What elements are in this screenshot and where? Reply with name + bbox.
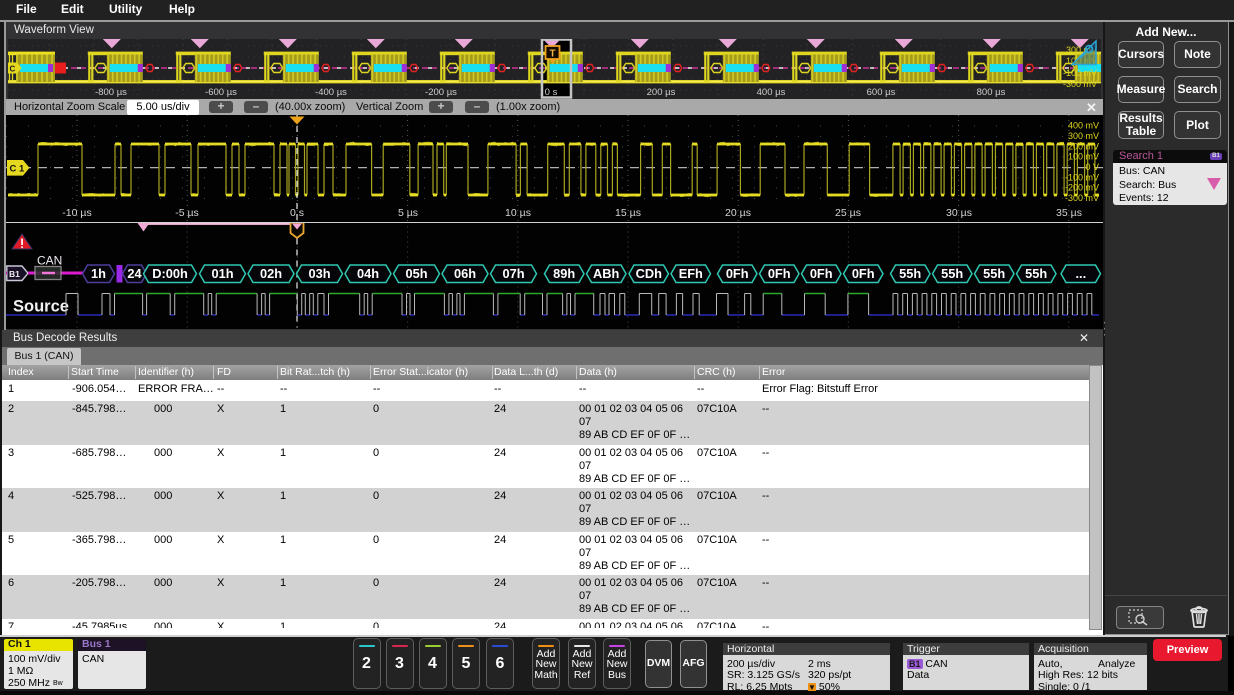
svg-text:10 µs: 10 µs	[505, 207, 531, 219]
svg-text:1h: 1h	[91, 266, 106, 281]
svg-text:07h: 07h	[502, 266, 524, 281]
svg-text:...: ...	[1075, 266, 1086, 281]
svg-text:EFh: EFh	[679, 266, 703, 281]
svg-text:30 µs: 30 µs	[946, 207, 972, 219]
svg-text:0Fh: 0Fh	[726, 266, 749, 281]
svg-text:200 mV: 200 mV	[1068, 141, 1099, 151]
svg-text:-200 µs: -200 µs	[425, 87, 457, 98]
svg-text:-600 µs: -600 µs	[205, 87, 237, 98]
svg-text:0Fh: 0Fh	[768, 266, 791, 281]
svg-text:0 V: 0 V	[1085, 162, 1099, 172]
svg-text:-300 mV: -300 mV	[1063, 79, 1097, 89]
svg-text:35 µs: 35 µs	[1056, 207, 1082, 219]
svg-text:800 µs: 800 µs	[977, 87, 1006, 98]
svg-text:B1: B1	[9, 269, 20, 279]
svg-text:CDh: CDh	[636, 266, 662, 281]
svg-text:-10 µs: -10 µs	[62, 207, 91, 219]
svg-text:-300 mV: -300 mV	[1065, 193, 1099, 203]
svg-text:55h: 55h	[1025, 266, 1047, 281]
svg-text:C 1: C 1	[10, 164, 26, 175]
svg-text:-800 µs: -800 µs	[95, 87, 127, 98]
svg-text:D:00h: D:00h	[152, 266, 188, 281]
svg-text:06h: 06h	[454, 266, 476, 281]
svg-text:05h: 05h	[405, 266, 427, 281]
svg-text:-100 mV: -100 mV	[1063, 68, 1097, 78]
svg-text:0 s: 0 s	[290, 207, 304, 219]
svg-text:20 µs: 20 µs	[725, 207, 751, 219]
svg-text:55h: 55h	[983, 266, 1005, 281]
svg-text:600 µs: 600 µs	[867, 87, 896, 98]
svg-text:15 µs: 15 µs	[615, 207, 641, 219]
svg-text:-400 µs: -400 µs	[315, 87, 347, 98]
svg-text:-5 µs: -5 µs	[175, 207, 199, 219]
svg-text:55h: 55h	[899, 266, 921, 281]
svg-text:89h: 89h	[553, 266, 575, 281]
svg-text:0 s: 0 s	[545, 87, 558, 98]
svg-text:5 µs: 5 µs	[398, 207, 418, 219]
svg-text:Source: Source	[13, 298, 69, 316]
svg-text:24: 24	[127, 266, 142, 281]
svg-text:01h: 01h	[211, 266, 233, 281]
svg-text:0Fh: 0Fh	[810, 266, 833, 281]
svg-text:C: C	[10, 65, 16, 74]
svg-text:CAN: CAN	[37, 254, 62, 268]
svg-text:400 mV: 400 mV	[1068, 121, 1099, 131]
svg-text:200 µs: 200 µs	[647, 87, 676, 98]
svg-text:T: T	[549, 49, 555, 60]
svg-text:300 mV: 300 mV	[1068, 131, 1099, 141]
svg-text:25 µs: 25 µs	[835, 207, 861, 219]
svg-text:04h: 04h	[357, 266, 379, 281]
svg-text:-200 mV: -200 mV	[1065, 183, 1099, 193]
svg-text:100 mV: 100 mV	[1068, 152, 1099, 162]
svg-text:400 µs: 400 µs	[757, 87, 786, 98]
svg-text:-100 mV: -100 mV	[1065, 172, 1099, 182]
svg-text:ABh: ABh	[593, 266, 619, 281]
svg-text:03h: 03h	[308, 266, 330, 281]
svg-text:55h: 55h	[941, 266, 963, 281]
svg-text:0Fh: 0Fh	[852, 266, 875, 281]
svg-text:02h: 02h	[260, 266, 282, 281]
